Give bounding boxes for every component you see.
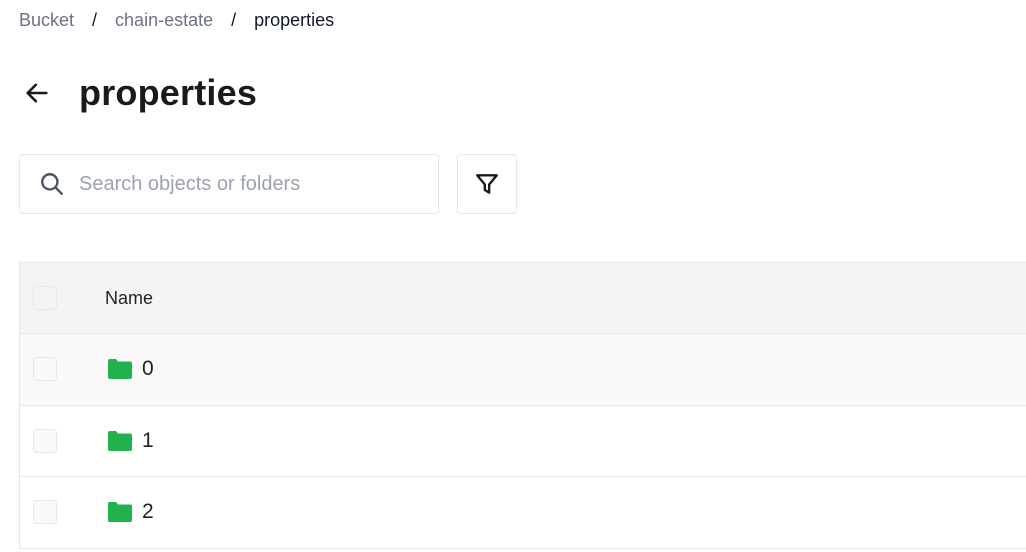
page: Bucket / chain-estate / properties prope… [0, 0, 1026, 552]
page-title: properties [79, 72, 258, 113]
folder-name: 0 [142, 357, 154, 381]
search-box[interactable] [19, 154, 439, 214]
row-checkbox[interactable] [33, 500, 57, 525]
breadcrumb-separator: / [231, 10, 237, 30]
title-row: properties [20, 70, 257, 116]
breadcrumb: Bucket / chain-estate / properties [19, 9, 334, 31]
back-button[interactable] [20, 76, 54, 110]
select-all-checkbox[interactable] [33, 286, 57, 310]
folder-name: 2 [142, 500, 154, 524]
folder-icon [108, 430, 132, 451]
table-row[interactable]: 0 [20, 334, 1026, 406]
folder-icon [108, 502, 132, 523]
folder-name: 1 [142, 428, 154, 452]
row-checkbox[interactable] [33, 357, 57, 382]
arrow-left-icon [26, 83, 48, 103]
breadcrumb-item-chain-estate[interactable]: chain-estate [115, 9, 213, 31]
column-header-name[interactable]: Name [105, 288, 153, 309]
filter-button[interactable] [457, 154, 517, 214]
breadcrumb-item-bucket[interactable]: Bucket [19, 9, 74, 31]
folder-link[interactable]: 1 [108, 429, 154, 453]
search-input[interactable] [79, 155, 438, 213]
search-icon [39, 171, 65, 197]
table-row[interactable]: 2 [20, 477, 1026, 549]
table-header-row: Name [20, 263, 1026, 334]
objects-table: Name 0 1 2 [19, 262, 1026, 549]
folder-link[interactable]: 2 [108, 500, 154, 524]
folder-link[interactable]: 0 [108, 357, 154, 381]
folder-icon [108, 359, 132, 380]
breadcrumb-item-properties: properties [254, 10, 335, 30]
table-row[interactable]: 1 [20, 406, 1026, 477]
row-checkbox[interactable] [33, 428, 57, 453]
filter-icon [476, 174, 498, 194]
breadcrumb-separator: / [92, 10, 98, 30]
